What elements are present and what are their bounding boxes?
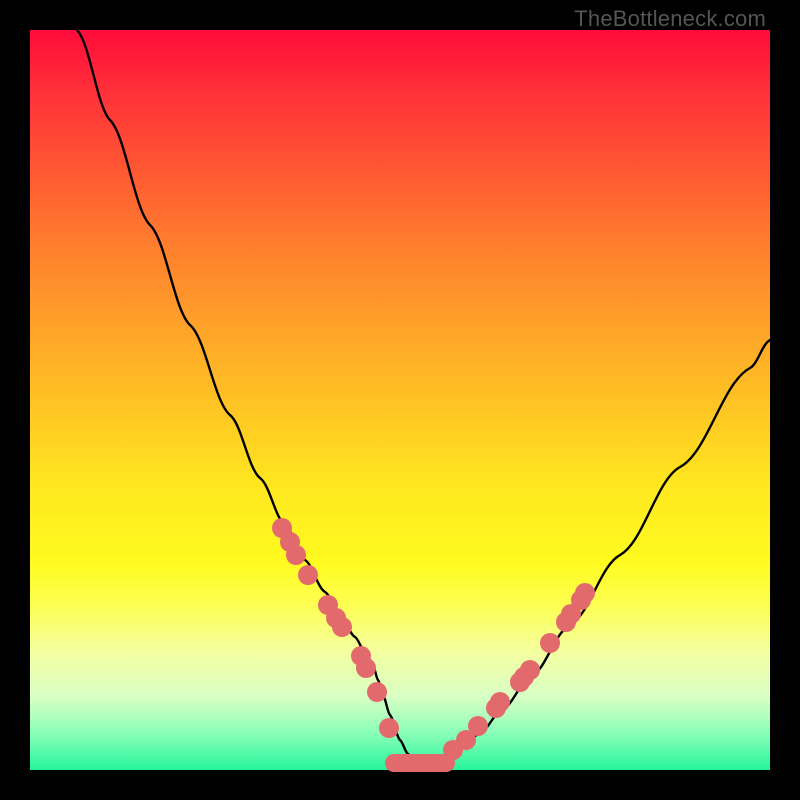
data-marker bbox=[367, 682, 387, 702]
data-marker bbox=[286, 545, 306, 565]
curve-svg bbox=[30, 30, 770, 770]
base-marker bbox=[385, 754, 455, 772]
data-marker bbox=[332, 617, 352, 637]
data-marker bbox=[379, 718, 399, 738]
data-marker bbox=[520, 660, 540, 680]
bottleneck-curve bbox=[77, 30, 770, 763]
data-marker bbox=[540, 633, 560, 653]
data-marker bbox=[468, 716, 488, 736]
data-marker bbox=[575, 583, 595, 603]
plot-area bbox=[30, 30, 770, 770]
attribution-text: TheBottleneck.com bbox=[574, 6, 766, 32]
data-marker bbox=[298, 565, 318, 585]
data-marker bbox=[490, 692, 510, 712]
data-marker bbox=[356, 658, 376, 678]
outer-frame: TheBottleneck.com bbox=[0, 0, 800, 800]
